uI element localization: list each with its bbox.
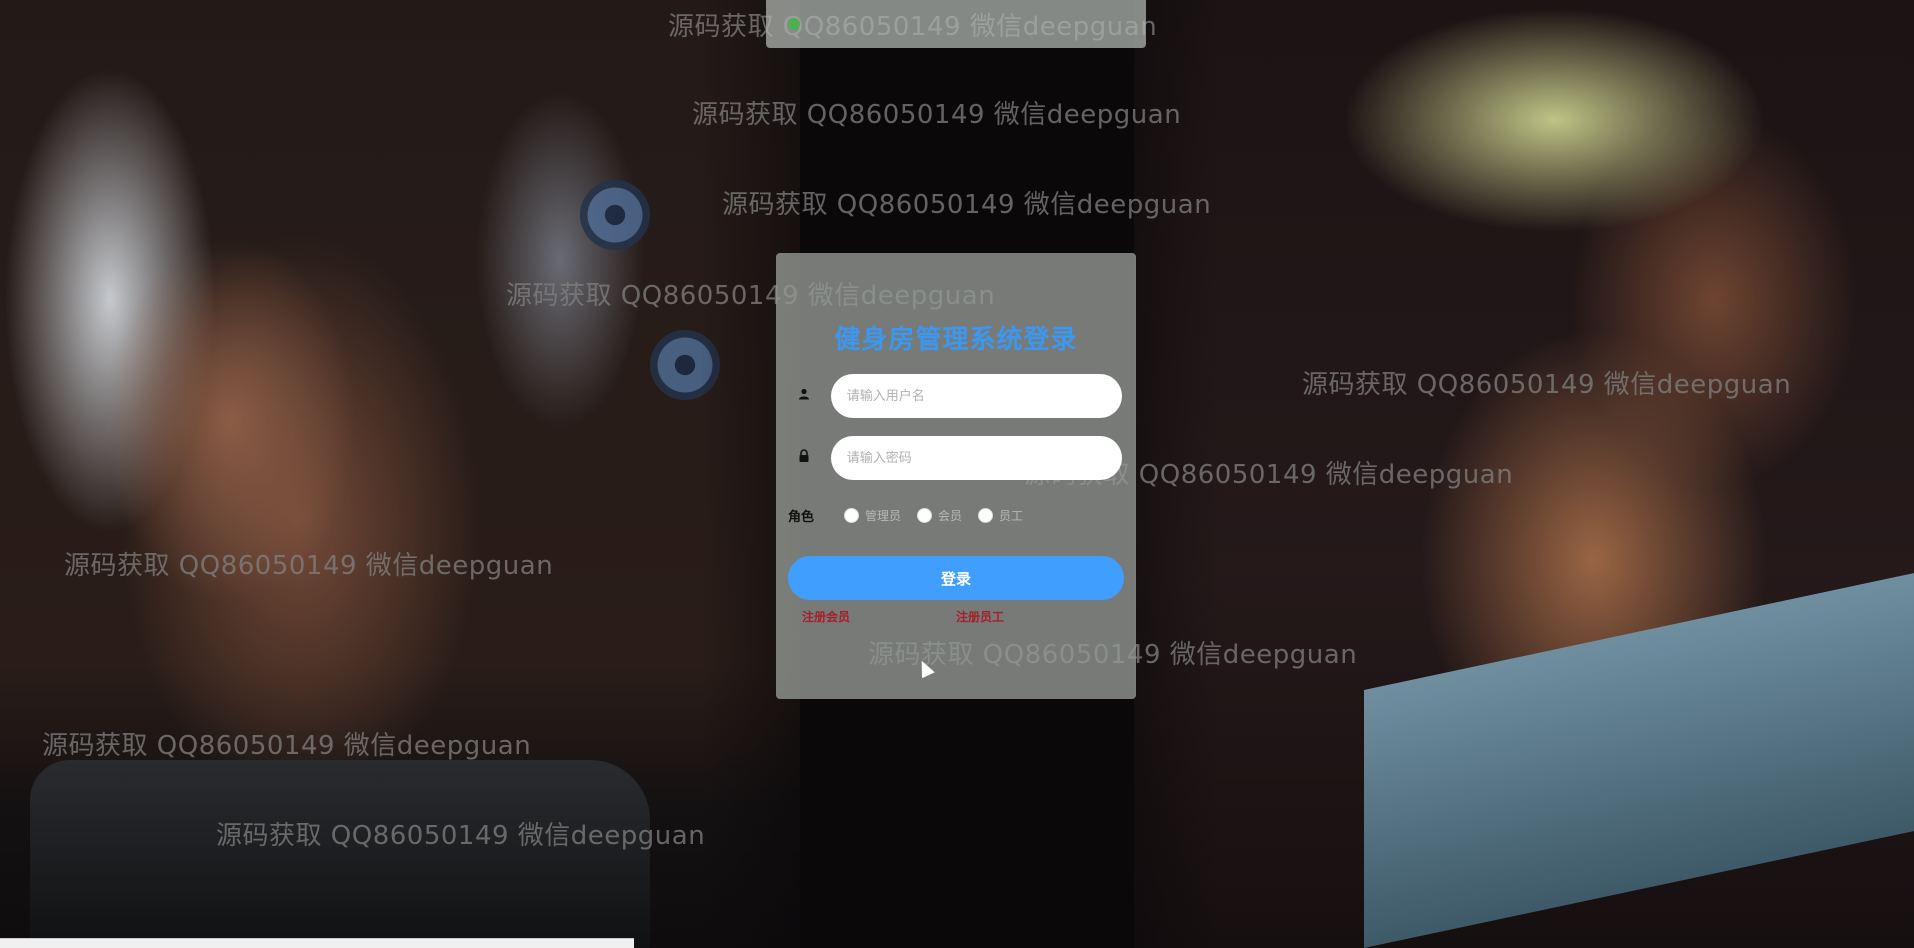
username-input[interactable]	[830, 374, 1122, 418]
role-option-admin[interactable]: 管理员	[844, 507, 901, 524]
role-option-staff[interactable]: 员工	[978, 507, 1023, 524]
lock-icon	[792, 449, 817, 467]
green-dot-icon	[788, 18, 800, 30]
register-member-link[interactable]: 注册会员	[802, 608, 850, 625]
role-label: 角色	[788, 510, 815, 525]
radio-staff[interactable]	[978, 508, 994, 523]
register-staff-link[interactable]: 注册员工	[956, 608, 1004, 625]
radio-member[interactable]	[917, 508, 933, 523]
role-option-label: 员工	[999, 509, 1024, 523]
browser-status-bar	[0, 938, 634, 948]
role-option-label: 会员	[938, 509, 963, 523]
tattoo-eye-decoration	[580, 180, 650, 250]
top-notification-bar	[766, 0, 1146, 48]
role-option-member[interactable]: 会员	[917, 507, 962, 524]
role-selector: 角色 管理员 会员 员工	[788, 506, 1039, 525]
background-jeans	[1364, 570, 1914, 948]
user-icon	[792, 388, 817, 404]
password-row	[792, 435, 1122, 481]
login-button[interactable]: 登录	[788, 556, 1124, 600]
password-input[interactable]	[830, 436, 1122, 480]
background-left-figure	[0, 0, 800, 948]
login-title: 健身房管理系统登录	[834, 325, 1078, 355]
radio-admin[interactable]	[844, 508, 860, 523]
background-pants	[30, 760, 650, 948]
role-option-label: 管理员	[865, 509, 902, 523]
login-card: 健身房管理系统登录 角色 管理员 会员 员工 登录 注册会员 注册员工	[776, 253, 1136, 699]
username-row	[792, 373, 1122, 419]
background-right-figure	[1134, 0, 1914, 948]
